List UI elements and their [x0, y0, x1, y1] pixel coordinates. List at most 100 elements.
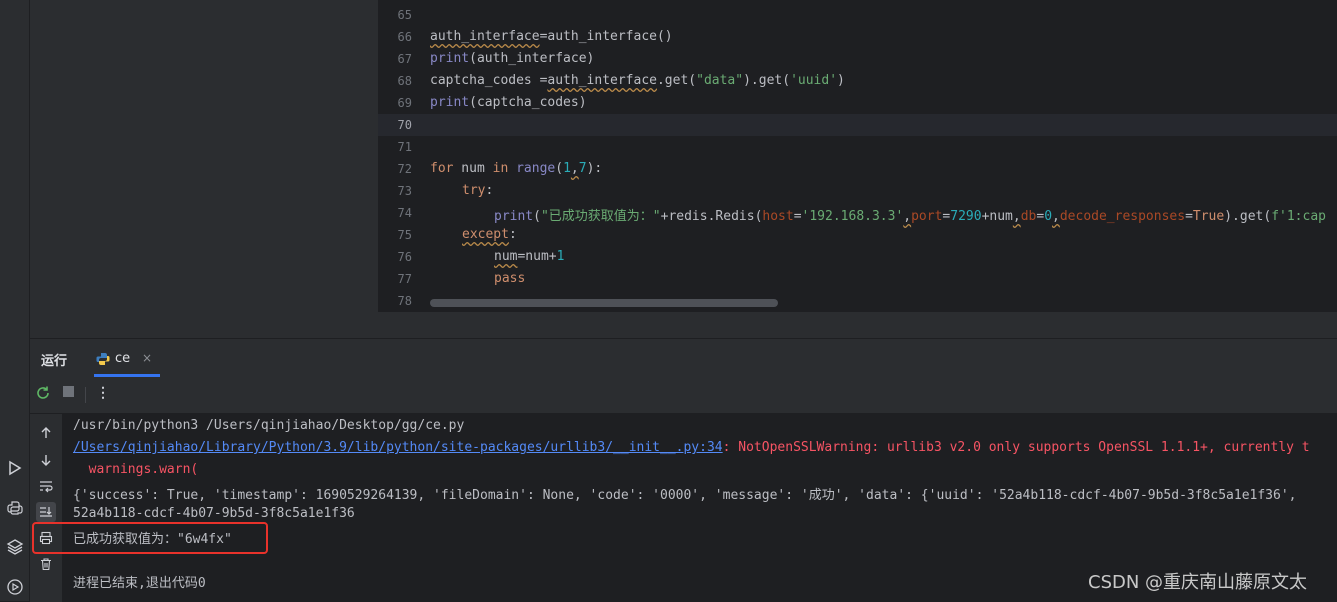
code-token: num [494, 249, 518, 264]
code-line-66[interactable]: auth_interface=auth_interface() [430, 29, 673, 44]
run-icon[interactable] [0, 454, 29, 482]
code-line-68[interactable]: captcha_codes =auth_interface.get("data"… [430, 73, 845, 88]
line-number: 68 [397, 74, 412, 88]
line-number: 77 [397, 272, 412, 286]
code-token: print [494, 209, 534, 224]
code-token: ).get( [1224, 209, 1272, 224]
result-highlight-box [32, 522, 268, 554]
code-token: ( [533, 209, 541, 224]
code-token: decode_responses [1059, 209, 1186, 224]
run-tool-window: 运行 ce × ⋮ /usr/bin/python3 /Users/qinjia… [30, 338, 1337, 602]
code-token: (auth_interface) [469, 51, 595, 66]
toolbar-separator [85, 387, 86, 403]
code-token: auth_interface [430, 29, 540, 44]
code-token: 7290 [950, 209, 982, 224]
watermark: CSDN @重庆南山藤原文太 [1088, 572, 1308, 593]
console-exit-line: 进程已结束,退出代码0 [73, 576, 206, 591]
code-token: auth_interface [547, 73, 657, 88]
code-token: =num+ [517, 249, 557, 264]
scroll-to-end-icon[interactable] [36, 502, 56, 522]
code-token: 1 [556, 249, 565, 264]
arrow-up-icon[interactable] [36, 423, 56, 443]
tab-ce-label: ce [115, 351, 131, 366]
code-token: num [453, 161, 493, 176]
run-window-title: 运行 [41, 354, 68, 369]
stop-icon[interactable] [62, 385, 76, 403]
code-token: +redis. [660, 209, 716, 224]
line-number: 65 [397, 8, 412, 22]
code-token: .get( [656, 73, 697, 88]
code-token: range [516, 161, 556, 176]
tab-close-icon[interactable]: × [142, 351, 152, 365]
code-token: +num [981, 209, 1013, 224]
python-console-icon[interactable] [0, 494, 29, 522]
code-token: db [1020, 209, 1037, 224]
line-number: 73 [397, 184, 412, 198]
code-line-72[interactable]: for num in range(1,7): [430, 161, 602, 176]
run-window-header: 运行 ce × [30, 339, 1337, 377]
code-token: (captcha_codes) [469, 95, 587, 110]
line-number: 69 [397, 96, 412, 110]
code-token: f'1:cap [1271, 209, 1326, 224]
code-token: except [462, 227, 509, 242]
code-token: : [485, 183, 494, 198]
console-warnings-line: warnings.warn( [73, 462, 199, 477]
line-number: 76 [397, 250, 412, 264]
code-line-76[interactable]: num=num+1 [494, 249, 564, 264]
warning-text: : NotOpenSSLWarning: urllib3 v2.0 only s… [722, 440, 1310, 455]
left-tool-strip [0, 0, 30, 601]
rerun-icon[interactable] [35, 385, 51, 405]
code-token: Redis [715, 209, 755, 224]
line-number-current: 70 [397, 118, 412, 132]
trash-icon[interactable] [36, 554, 56, 574]
code-token: try [462, 183, 486, 198]
console-uuid-line: 52a4b118-cdcf-4b07-9b5d-3f8c5a1e1f36 [73, 506, 355, 521]
line-number: 75 [397, 228, 412, 242]
tab-ce[interactable]: ce × [94, 345, 160, 377]
code-token: print [430, 95, 470, 110]
code-line-73[interactable]: try: [462, 183, 493, 198]
horizontal-scrollbar[interactable] [430, 299, 1337, 308]
file-path-link[interactable]: /Users/qinjiahao/Library/Python/3.9/lib/… [73, 440, 723, 455]
code-line-67[interactable]: print(auth_interface) [430, 51, 594, 66]
layers-icon[interactable] [0, 533, 29, 561]
code-token: 'uuid' [790, 73, 838, 88]
code-token: = [1185, 209, 1193, 224]
run-toolbar: ⋮ [30, 377, 1337, 414]
code-token: , [1052, 209, 1060, 224]
services-icon[interactable] [0, 573, 29, 601]
line-number: 78 [397, 294, 412, 308]
more-options-icon[interactable]: ⋮ [96, 385, 110, 401]
code-token: = [1036, 209, 1045, 224]
line-number: 67 [397, 52, 412, 66]
code-editor[interactable]: 65 66 67 68 69 70 71 72 73 74 75 76 77 7… [378, 0, 1337, 312]
code-token: "data" [696, 73, 744, 88]
code-token: : [508, 227, 517, 242]
line-number: 72 [397, 162, 412, 176]
code-token: ) [837, 73, 845, 88]
project-panel [30, 0, 378, 338]
code-token: , [903, 209, 912, 224]
code-token: auth_interface() [547, 29, 673, 44]
code-token: '192.168.3.3' [801, 209, 904, 224]
code-token: ( [555, 161, 564, 176]
python-file-icon [96, 351, 110, 370]
line-number: 74 [397, 206, 412, 220]
code-line-75[interactable]: except: [462, 227, 517, 242]
soft-wrap-icon[interactable] [36, 476, 56, 496]
horizontal-scrollbar-thumb[interactable] [430, 299, 778, 307]
code-line-69[interactable]: print(captcha_codes) [430, 95, 587, 110]
code-line-77[interactable]: pass [494, 271, 525, 286]
code-token: 7 [578, 161, 587, 176]
code-token: for [430, 161, 454, 176]
code-token: host [762, 209, 794, 224]
arrow-down-icon[interactable] [36, 450, 56, 470]
code-token: in [492, 161, 509, 176]
code-token: ): [586, 161, 603, 176]
code-token: 1 [563, 161, 571, 176]
code-line-74[interactable]: print("已成功获取值为："+redis.Redis(host='192.1… [494, 205, 1326, 224]
code-token: pass [494, 271, 526, 286]
code-token: 0 [1044, 209, 1053, 224]
code-token: , [570, 161, 579, 176]
